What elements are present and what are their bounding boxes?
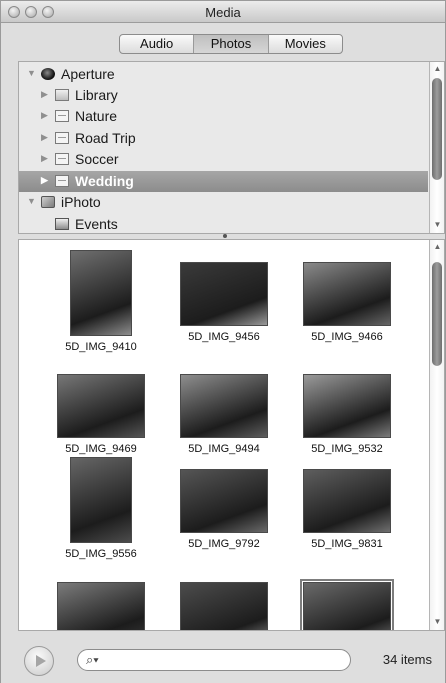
photo-caption: 5D_IMG_9410 [65,341,137,353]
aperture-icon [41,68,55,80]
photo-caption: 5D_IMG_9456 [188,331,260,343]
scroll-up-arrow-icon[interactable]: ▲ [430,62,444,76]
media-type-tabs: Audio Photos Movies [119,34,343,54]
photo-thumbnail[interactable]: 5D_IMG_9466 [284,248,410,356]
photo-image [180,582,268,630]
tab-audio[interactable]: Audio [120,35,195,53]
photo-thumbnail[interactable]: 5D_IMG_9831 [284,455,410,563]
photo-image [70,457,132,543]
photo-thumbnail[interactable]: 5D_IMG_9532 [284,360,410,468]
scroll-thumb[interactable] [432,78,442,180]
photo-image [180,469,268,533]
iphoto-icon [41,196,55,208]
source-item-iphoto[interactable]: ▼ iPhoto [19,192,428,213]
tab-photos[interactable]: Photos [194,35,269,53]
source-item-label: Soccer [75,151,119,167]
source-item-label: Wedding [75,173,134,189]
photo-image [303,374,391,438]
source-list: Events ▼ iPhoto ▶ Wedding ▶ Soccer ▶ Road Trip ▶ N… [18,61,445,234]
disclosure-closed-icon[interactable]: ▶ [41,175,48,186]
scroll-thumb[interactable] [432,262,442,366]
search-field[interactable]: ⌕▾ [77,649,351,671]
source-item-label: Aperture [61,66,115,82]
events-icon [55,218,69,230]
disclosure-open-icon[interactable]: ▼ [27,196,36,206]
disclosure-closed-icon[interactable]: ▶ [41,110,48,121]
pane-splitter[interactable] [223,234,227,238]
photo-thumbnail[interactable]: 5D_IMG_9556 [38,455,164,563]
media-browser-window: Media Audio Photos Movies Events ▼ iPhoto ▶ We… [0,0,446,683]
photo-image [57,582,145,630]
photo-grid: 5D_IMG_9831 5D_IMG_9792 5D_IMG_9556 5D_IMG_… [18,239,445,631]
photo-image [180,374,268,438]
scroll-up-arrow-icon[interactable]: ▲ [430,240,444,254]
source-item-soccer[interactable]: ▶ Soccer [19,149,428,170]
disclosure-closed-icon[interactable]: ▶ [41,89,48,100]
photo-thumbnail[interactable] [161,568,287,630]
photo-caption: 5D_IMG_9494 [188,443,260,455]
album-icon [55,153,69,165]
scroll-down-arrow-icon[interactable]: ▼ [430,615,444,629]
photo-image [57,374,145,438]
photo-image [180,262,268,326]
play-button[interactable] [24,646,54,676]
disclosure-closed-icon[interactable]: ▶ [41,153,48,164]
photo-thumbnail[interactable] [38,568,164,630]
tab-movies[interactable]: Movies [269,35,342,53]
source-item-label: iPhoto [61,194,101,210]
item-count: 34 items [382,652,432,667]
photo-thumbnail[interactable]: 5D_IMG_9456 [161,248,287,356]
source-list-scrollbar[interactable]: ▲ ▼ [429,62,444,233]
source-item-road-trip[interactable]: ▶ Road Trip [19,128,428,149]
title-bar: Media [1,1,445,23]
source-item-wedding[interactable]: ▶ Wedding [19,171,428,192]
source-item-aperture[interactable]: ▼ Aperture [19,64,428,85]
photo-thumbnail[interactable]: 5D_IMG_9792 [161,455,287,563]
source-item-events[interactable]: Events [19,214,428,233]
photo-image [303,469,391,533]
photo-thumbnail[interactable]: 5D_IMG_9494 [161,360,287,468]
photo-grid-scrollbar[interactable]: ▲ ▼ [429,240,444,630]
scroll-down-arrow-icon[interactable]: ▼ [430,218,444,232]
disclosure-closed-icon[interactable]: ▶ [41,132,48,143]
photo-caption: 5D_IMG_9792 [188,538,260,550]
photo-thumbnail[interactable]: 5D_IMG_9469 [38,360,164,468]
search-icon[interactable]: ⌕▾ [86,652,99,668]
disclosure-open-icon[interactable]: ▼ [27,68,36,78]
source-item-label: Events [75,216,118,232]
photo-caption: 5D_IMG_9466 [311,331,383,343]
photo-caption: 5D_IMG_9469 [65,443,137,455]
search-input[interactable] [108,652,344,668]
album-icon [55,132,69,144]
photo-thumbnail[interactable]: 5D_IMG_9410 [38,248,164,356]
photo-image [70,250,132,336]
photo-image [303,262,391,326]
photo-caption: 5D_IMG_9831 [311,538,383,550]
source-item-nature[interactable]: ▶ Nature [19,106,428,127]
window-title: Media [205,5,241,20]
album-icon [55,110,69,122]
bottom-bar: ⌕▾ 34 items [1,632,445,683]
photo-caption: 5D_IMG_9556 [65,548,137,560]
photo-caption: 5D_IMG_9532 [311,443,383,455]
source-item-label: Road Trip [75,130,136,146]
photo-thumbnail[interactable] [284,568,410,630]
source-item-label: Library [75,87,118,103]
album-icon [55,175,69,187]
source-item-library[interactable]: ▶ Library [19,85,428,106]
source-item-label: Nature [75,108,118,124]
photo-image [300,579,394,630]
library-icon [55,89,69,101]
